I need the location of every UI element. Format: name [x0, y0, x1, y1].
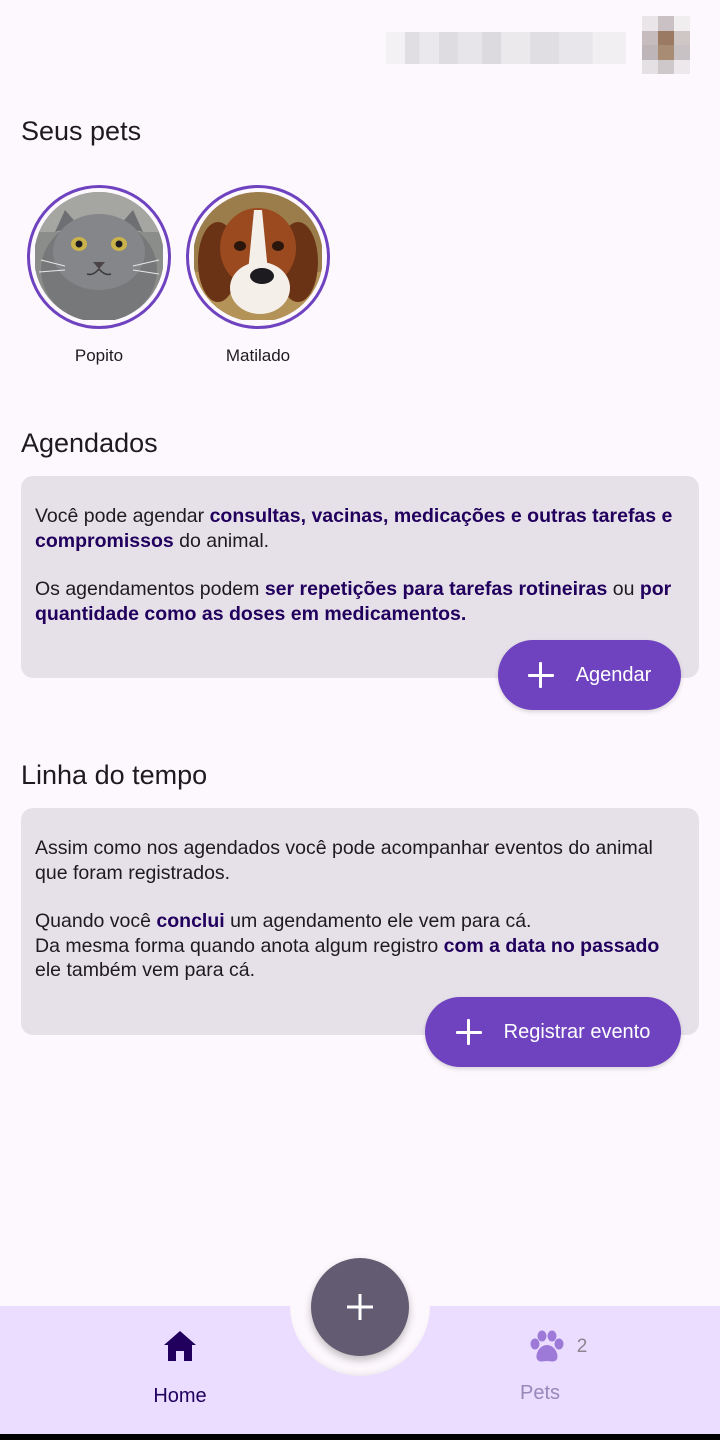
- plus-icon: [455, 1019, 482, 1045]
- nav-home-label: Home: [153, 1385, 207, 1407]
- timeline-description-1: Assim como nos agendados você pode acomp…: [35, 837, 653, 884]
- pet-card-popito[interactable]: Popito: [27, 185, 171, 366]
- beagle-dog-photo: [193, 192, 323, 322]
- user-avatar-icon[interactable]: [642, 16, 690, 74]
- register-event-button-label: Registrar evento: [503, 1020, 651, 1043]
- add-fab-button[interactable]: [311, 1258, 409, 1356]
- nav-item-pets[interactable]: 2 Pets: [440, 1330, 640, 1405]
- nav-item-home[interactable]: Home: [80, 1330, 280, 1408]
- paw-icon: [530, 1330, 564, 1362]
- timeline-section-title: Linha do tempo: [21, 760, 208, 790]
- scheduled-description-2: Os agendamentos podem ser repetições par…: [35, 578, 672, 625]
- schedule-button-label: Agendar: [575, 663, 652, 686]
- system-bottom-bar: [0, 1434, 720, 1440]
- nav-pets-label: Pets: [519, 1382, 561, 1404]
- user-name-redacted: [386, 32, 626, 64]
- register-event-button[interactable]: Registrar evento: [425, 997, 681, 1067]
- pet-name: Popito: [74, 346, 124, 365]
- timeline-description-2: Quando você conclui um agendamento ele v…: [35, 910, 660, 981]
- gray-cat-photo: [34, 192, 164, 322]
- plus-icon: [347, 1294, 373, 1320]
- pets-count-badge: 2: [576, 1336, 588, 1357]
- pet-avatar-ring[interactable]: [186, 185, 330, 329]
- pet-avatar-ring[interactable]: [27, 185, 171, 329]
- scheduled-description-1: Você pode agendar consultas, vacinas, me…: [35, 505, 673, 552]
- pet-card-matilado[interactable]: Matilado: [186, 185, 330, 366]
- pets-section-title: Seus pets: [21, 116, 142, 146]
- schedule-button[interactable]: Agendar: [498, 640, 681, 710]
- home-icon: [164, 1331, 196, 1361]
- pet-name: Matilado: [225, 346, 291, 365]
- plus-icon: [527, 662, 554, 688]
- scheduled-section-title: Agendados: [21, 428, 158, 458]
